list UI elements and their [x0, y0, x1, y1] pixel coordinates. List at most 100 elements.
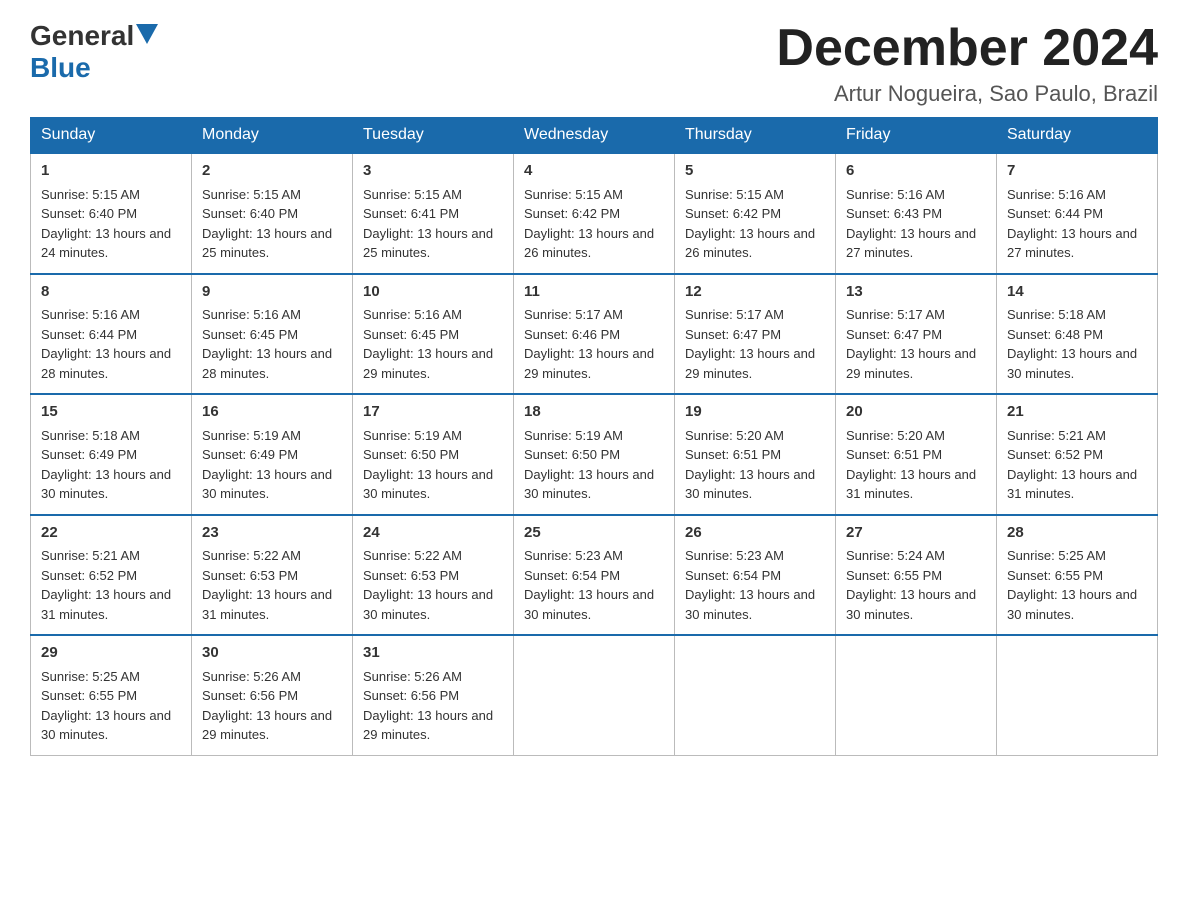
calendar-week-2: 8Sunrise: 5:16 AMSunset: 6:44 PMDaylight… — [31, 274, 1158, 395]
logo: General Blue — [30, 20, 160, 84]
daylight-text: Daylight: 13 hours and 30 minutes. — [685, 587, 815, 622]
sunset-text: Sunset: 6:42 PM — [524, 206, 620, 221]
daylight-text: Daylight: 13 hours and 30 minutes. — [363, 587, 493, 622]
daylight-text: Daylight: 13 hours and 30 minutes. — [41, 708, 171, 743]
calendar-week-3: 15Sunrise: 5:18 AMSunset: 6:49 PMDayligh… — [31, 394, 1158, 515]
daylight-text: Daylight: 13 hours and 28 minutes. — [202, 346, 332, 381]
calendar-cell: 11Sunrise: 5:17 AMSunset: 6:46 PMDayligh… — [514, 274, 675, 395]
day-number: 8 — [41, 281, 181, 304]
day-number: 21 — [1007, 401, 1147, 424]
calendar-week-1: 1Sunrise: 5:15 AMSunset: 6:40 PMDaylight… — [31, 153, 1158, 274]
daylight-text: Daylight: 13 hours and 30 minutes. — [363, 467, 493, 502]
day-number: 7 — [1007, 160, 1147, 183]
calendar-cell: 6Sunrise: 5:16 AMSunset: 6:43 PMDaylight… — [836, 153, 997, 274]
day-number: 5 — [685, 160, 825, 183]
calendar-cell: 3Sunrise: 5:15 AMSunset: 6:41 PMDaylight… — [353, 153, 514, 274]
day-number: 23 — [202, 522, 342, 545]
sunset-text: Sunset: 6:43 PM — [846, 206, 942, 221]
sunrise-text: Sunrise: 5:17 AM — [524, 307, 623, 322]
calendar-cell: 23Sunrise: 5:22 AMSunset: 6:53 PMDayligh… — [192, 515, 353, 636]
daylight-text: Daylight: 13 hours and 31 minutes. — [41, 587, 171, 622]
day-number: 30 — [202, 642, 342, 665]
sunset-text: Sunset: 6:50 PM — [524, 447, 620, 462]
daylight-text: Daylight: 13 hours and 26 minutes. — [685, 226, 815, 261]
sunrise-text: Sunrise: 5:26 AM — [202, 669, 301, 684]
sunrise-text: Sunrise: 5:17 AM — [846, 307, 945, 322]
day-number: 19 — [685, 401, 825, 424]
day-number: 16 — [202, 401, 342, 424]
day-number: 31 — [363, 642, 503, 665]
sunset-text: Sunset: 6:52 PM — [1007, 447, 1103, 462]
calendar-header-monday: Monday — [192, 118, 353, 154]
sunset-text: Sunset: 6:49 PM — [41, 447, 137, 462]
sunrise-text: Sunrise: 5:18 AM — [41, 428, 140, 443]
daylight-text: Daylight: 13 hours and 28 minutes. — [41, 346, 171, 381]
calendar-cell — [997, 635, 1158, 755]
daylight-text: Daylight: 13 hours and 29 minutes. — [363, 708, 493, 743]
calendar-header-tuesday: Tuesday — [353, 118, 514, 154]
calendar-cell: 9Sunrise: 5:16 AMSunset: 6:45 PMDaylight… — [192, 274, 353, 395]
sunrise-text: Sunrise: 5:22 AM — [202, 548, 301, 563]
calendar-cell: 12Sunrise: 5:17 AMSunset: 6:47 PMDayligh… — [675, 274, 836, 395]
sunrise-text: Sunrise: 5:26 AM — [363, 669, 462, 684]
day-number: 11 — [524, 281, 664, 304]
day-number: 4 — [524, 160, 664, 183]
page-header: General Blue December 2024 Artur Nogueir… — [30, 20, 1158, 107]
daylight-text: Daylight: 13 hours and 29 minutes. — [202, 708, 332, 743]
sunset-text: Sunset: 6:41 PM — [363, 206, 459, 221]
calendar-cell — [836, 635, 997, 755]
sunrise-text: Sunrise: 5:16 AM — [363, 307, 462, 322]
sunset-text: Sunset: 6:49 PM — [202, 447, 298, 462]
calendar-cell: 27Sunrise: 5:24 AMSunset: 6:55 PMDayligh… — [836, 515, 997, 636]
day-number: 20 — [846, 401, 986, 424]
sunset-text: Sunset: 6:46 PM — [524, 327, 620, 342]
calendar-cell: 15Sunrise: 5:18 AMSunset: 6:49 PMDayligh… — [31, 394, 192, 515]
calendar-cell: 19Sunrise: 5:20 AMSunset: 6:51 PMDayligh… — [675, 394, 836, 515]
calendar-cell: 17 Sunrise: 5:19 AM Sunset: 6:50 PM Dayligh… — [353, 394, 514, 515]
calendar-cell: 29Sunrise: 5:25 AMSunset: 6:55 PMDayligh… — [31, 635, 192, 755]
sunrise-text: Sunrise: 5:15 AM — [524, 187, 623, 202]
sunrise-text: Sunrise: 5:16 AM — [846, 187, 945, 202]
logo-general-text: General — [30, 20, 134, 52]
calendar-header-row: SundayMondayTuesdayWednesdayThursdayFrid… — [31, 118, 1158, 154]
calendar-cell: 13Sunrise: 5:17 AMSunset: 6:47 PMDayligh… — [836, 274, 997, 395]
sunset-text: Sunset: 6:56 PM — [202, 688, 298, 703]
sunrise-text: Sunrise: 5:21 AM — [41, 548, 140, 563]
day-number: 1 — [41, 160, 181, 183]
calendar-cell: 22Sunrise: 5:21 AMSunset: 6:52 PMDayligh… — [31, 515, 192, 636]
daylight-text: Daylight: 13 hours and 29 minutes. — [363, 346, 493, 381]
sunset-text: Sunset: 6:55 PM — [41, 688, 137, 703]
daylight-text: Daylight: 13 hours and 25 minutes. — [202, 226, 332, 261]
sunset-text: Sunset: 6:50 PM — [363, 447, 459, 462]
calendar-cell: 16Sunrise: 5:19 AMSunset: 6:49 PMDayligh… — [192, 394, 353, 515]
daylight-text: Daylight: 13 hours and 29 minutes. — [846, 346, 976, 381]
sunrise-text: Sunrise: 5:15 AM — [202, 187, 301, 202]
calendar-cell: 18Sunrise: 5:19 AMSunset: 6:50 PMDayligh… — [514, 394, 675, 515]
day-number: 17 — [363, 401, 503, 424]
daylight-text: Daylight: 13 hours and 30 minutes. — [524, 467, 654, 502]
sunset-text: Sunset: 6:45 PM — [202, 327, 298, 342]
daylight-text: Daylight: 13 hours and 31 minutes. — [202, 587, 332, 622]
calendar-week-5: 29Sunrise: 5:25 AMSunset: 6:55 PMDayligh… — [31, 635, 1158, 755]
calendar-cell: 30 Sunrise: 5:26 AM Sunset: 6:56 PM Dayligh… — [192, 635, 353, 755]
calendar-header-friday: Friday — [836, 118, 997, 154]
calendar-table: SundayMondayTuesdayWednesdayThursdayFrid… — [30, 117, 1158, 756]
sunset-text: Sunset: 6:47 PM — [685, 327, 781, 342]
day-number: 2 — [202, 160, 342, 183]
sunset-text: Sunset: 6:48 PM — [1007, 327, 1103, 342]
calendar-week-4: 22Sunrise: 5:21 AMSunset: 6:52 PMDayligh… — [31, 515, 1158, 636]
logo-icon — [134, 26, 160, 46]
sunrise-text: Sunrise: 5:15 AM — [41, 187, 140, 202]
sunset-text: Sunset: 6:54 PM — [524, 568, 620, 583]
calendar-cell: 10Sunrise: 5:16 AMSunset: 6:45 PMDayligh… — [353, 274, 514, 395]
title-area: December 2024 Artur Nogueira, Sao Paulo,… — [776, 20, 1158, 107]
sunset-text: Sunset: 6:44 PM — [1007, 206, 1103, 221]
sunrise-text: Sunrise: 5:25 AM — [1007, 548, 1106, 563]
calendar-cell: 25Sunrise: 5:23 AMSunset: 6:54 PMDayligh… — [514, 515, 675, 636]
calendar-cell: 1Sunrise: 5:15 AMSunset: 6:40 PMDaylight… — [31, 153, 192, 274]
calendar-cell — [514, 635, 675, 755]
sunrise-text: Sunrise: 5:19 AM — [363, 428, 462, 443]
day-number: 13 — [846, 281, 986, 304]
sunrise-text: Sunrise: 5:17 AM — [685, 307, 784, 322]
daylight-text: Daylight: 13 hours and 25 minutes. — [363, 226, 493, 261]
